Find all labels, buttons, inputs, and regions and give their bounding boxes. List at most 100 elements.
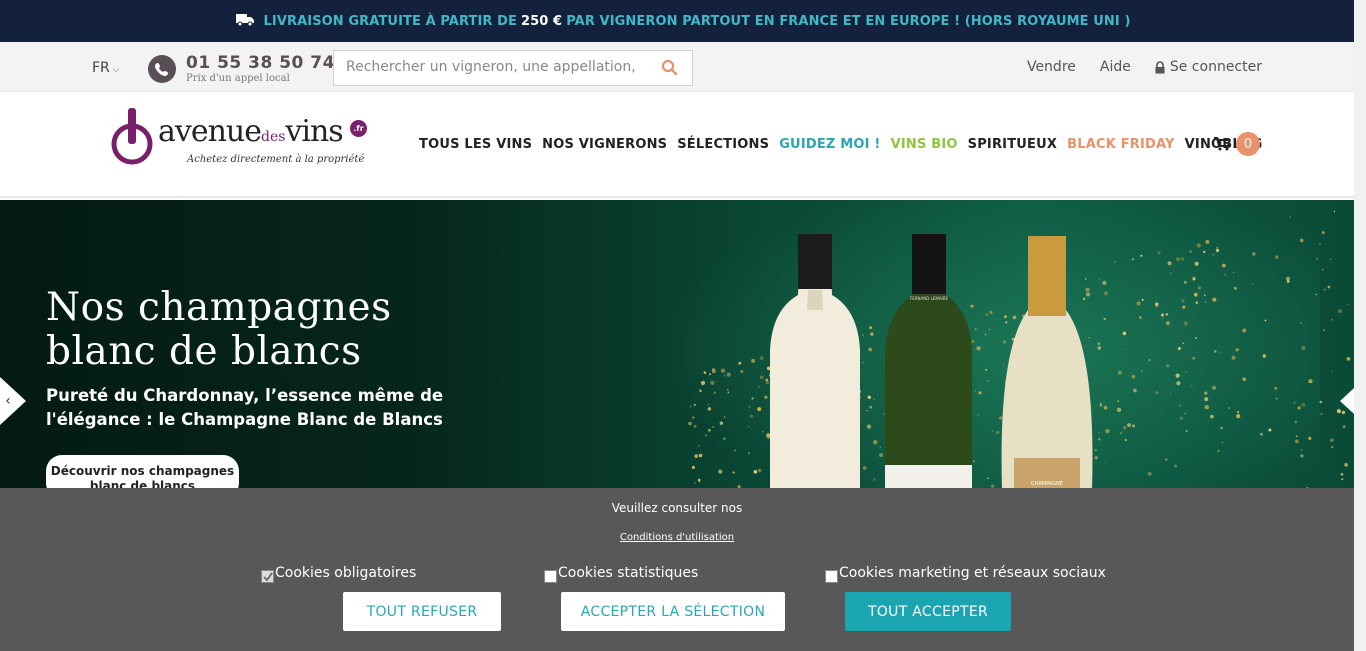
hero-subtitle-line-2: l'élégance : le Champagne Blanc de Blanc… <box>46 410 443 429</box>
sparkle <box>692 416 695 419</box>
sparkle <box>1301 345 1306 350</box>
language-selector[interactable]: FR ⌵ <box>92 60 120 76</box>
sparkle <box>1308 436 1312 440</box>
search-icon[interactable] <box>661 59 678 76</box>
hero-cta-button[interactable]: Découvrir nos champagnes blanc de blancs <box>46 455 239 490</box>
nav-winemakers[interactable]: NOS VIGNERONS <box>542 137 667 152</box>
sparkle <box>1338 309 1342 313</box>
sparkle <box>1185 430 1188 432</box>
chevron-down-icon: ⌵ <box>112 65 120 75</box>
cookie-option-statistics[interactable]: Cookies statistiques <box>544 563 698 583</box>
sparkle <box>688 421 692 426</box>
sparkle <box>719 421 724 425</box>
hero-banner[interactable]: FERNAND LEMAIRE CHAMPAGNE Nos champagnes… <box>0 200 1366 490</box>
sparkle <box>1297 406 1301 410</box>
sparkle <box>974 390 977 392</box>
sparkle <box>1088 337 1090 339</box>
sparkle <box>732 471 735 474</box>
sparkle <box>747 452 750 454</box>
search-box <box>333 50 693 86</box>
sparkle <box>698 453 703 458</box>
marketing-checkbox[interactable] <box>825 570 838 583</box>
sparkle <box>1192 277 1196 281</box>
sparkle <box>973 460 975 463</box>
cookie-option-marketing[interactable]: Cookies marketing et réseaux sociaux <box>825 563 1106 583</box>
nav-black-friday[interactable]: BLACK FRIDAY <box>1067 137 1175 152</box>
sparkle <box>1336 409 1341 414</box>
sparkle <box>1212 297 1217 302</box>
cart-icon <box>1214 137 1230 151</box>
sparkle <box>712 369 716 374</box>
sparkle <box>1184 412 1187 415</box>
sparkle <box>707 403 710 406</box>
sparkle <box>1085 287 1090 292</box>
sparkle <box>1165 458 1168 461</box>
sparkle <box>1133 388 1137 393</box>
sparkle <box>1002 365 1005 367</box>
sparkle <box>984 333 987 336</box>
sparkle <box>866 424 872 429</box>
accept-all-button[interactable]: TOUT ACCEPTER <box>845 592 1011 631</box>
sparkle <box>1234 286 1237 290</box>
sparkle <box>1331 319 1333 321</box>
accept-selection-button[interactable]: ACCEPTER LA SÉLECTION <box>561 592 785 631</box>
terms-link[interactable]: Conditions d'utilisation <box>0 532 1354 543</box>
promo-banner: LIVRAISON GRATUITE À PARTIR DE 250 € PAR… <box>0 0 1366 42</box>
sparkle <box>727 391 730 394</box>
sparkle <box>868 347 873 352</box>
cookie-option-mandatory[interactable]: Cookies obligatoires <box>261 563 416 583</box>
sparkle <box>1204 301 1207 303</box>
sparkle <box>974 328 977 331</box>
sparkle <box>970 304 974 308</box>
sparkle <box>1140 254 1143 257</box>
sparkle <box>1189 250 1192 253</box>
site-logo[interactable]: avenuedesvins .fr Achetez directement à … <box>110 106 370 168</box>
sparkle <box>1098 438 1101 441</box>
sparkle <box>1340 473 1344 476</box>
cart-button[interactable]: 0 <box>1214 132 1260 156</box>
login-label: Se connecter <box>1169 59 1262 75</box>
sparkle <box>1012 315 1017 320</box>
refuse-all-button[interactable]: TOUT REFUSER <box>343 592 501 631</box>
login-link[interactable]: Se connecter <box>1155 59 1262 75</box>
sparkle <box>1341 410 1346 415</box>
sparkle <box>1116 407 1122 412</box>
help-link[interactable]: Aide <box>1100 59 1131 75</box>
sparkle <box>1114 261 1116 263</box>
sparkle <box>1103 291 1108 296</box>
sparkle <box>722 437 726 441</box>
nav-guide-me[interactable]: GUIDEZ MOI ! <box>779 137 880 152</box>
sparkle <box>1212 253 1215 256</box>
sparkle <box>1203 250 1206 254</box>
sparkle <box>751 358 756 363</box>
nav-all-wines[interactable]: TOUS LES VINS <box>419 137 532 152</box>
sparkle <box>976 346 981 351</box>
sparkle <box>700 380 706 386</box>
nav-spirits[interactable]: SPIRITUEUX <box>968 137 1057 152</box>
statistics-checkbox[interactable] <box>544 570 557 583</box>
sparkle <box>703 371 707 374</box>
page-scrollbar[interactable] <box>1354 0 1366 651</box>
utility-bar: FR ⌵ 01 55 38 50 74 Prix d'un appel local… <box>0 42 1366 92</box>
sparkle <box>869 405 873 409</box>
nav-organic[interactable]: VINS BIO <box>891 137 958 152</box>
sparkle <box>1117 400 1119 402</box>
sparkle <box>1197 286 1202 290</box>
phone-number[interactable]: 01 55 38 50 74 <box>186 53 335 73</box>
sell-link[interactable]: Vendre <box>1027 59 1076 75</box>
cookie-message: Veuillez consulter nos <box>611 501 743 515</box>
nav-selections[interactable]: SÉLECTIONS <box>677 137 769 152</box>
sparkle <box>1301 403 1306 407</box>
sparkle <box>748 425 750 428</box>
sparkle <box>1185 371 1187 373</box>
sparkle <box>1219 351 1221 354</box>
sparkle <box>1192 356 1196 360</box>
search-input[interactable] <box>346 59 636 75</box>
sparkle <box>869 326 872 330</box>
sparkle <box>1221 442 1223 444</box>
sparkle <box>718 469 723 474</box>
mandatory-checkbox[interactable] <box>261 570 274 583</box>
sparkle <box>1102 280 1107 285</box>
sparkle <box>1165 313 1169 316</box>
sparkle <box>1216 246 1219 249</box>
